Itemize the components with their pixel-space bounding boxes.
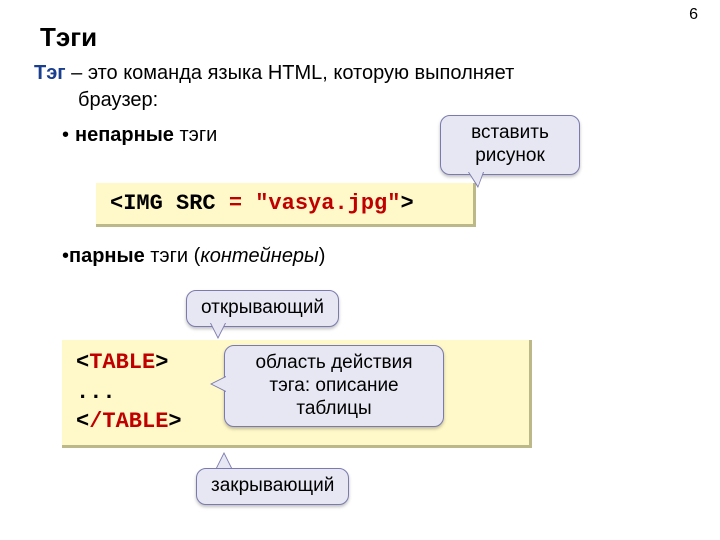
definition-text: – это команда языка HTML, которую выполн… (66, 62, 515, 84)
callout-scope-l2: тэга: описание (239, 375, 429, 398)
term: Тэг (34, 62, 66, 84)
bullet-unpaired: • непарные тэги (62, 122, 686, 149)
c2-l3red: TABLE (102, 409, 168, 434)
callout-scope: область действия тэга: описание таблицы (224, 345, 444, 427)
bullet1-bold: непарные (75, 124, 174, 146)
c2-l1a: < (76, 350, 89, 375)
bullet2-rest2: ) (319, 245, 326, 267)
c2-l3slash: / (89, 409, 102, 434)
slide-title: Тэги (40, 22, 97, 53)
c2-l3a: < (76, 409, 89, 434)
bullet2-ital: контейнеры (200, 245, 318, 267)
c2-l2: ... (76, 380, 116, 405)
callout-closing-text: закрывающий (211, 475, 334, 496)
code1-attr-red: = "vasya.jpg" (216, 191, 401, 216)
c2-l1red: TABLE (89, 350, 155, 375)
code-block-img: <IMG SRC = "vasya.jpg"> (96, 183, 476, 227)
bullet-dot-icon: • (62, 245, 69, 267)
callout-tail-icon (216, 452, 232, 468)
callout-opening-text: открывающий (201, 297, 324, 318)
callout-tail-icon (468, 172, 484, 188)
definition-line2: браузер: (78, 87, 686, 114)
bullet-paired: •парные тэги (контейнеры) (62, 245, 325, 268)
bullet-dot-icon: • (62, 124, 69, 146)
code1-open: <IMG SRC (110, 191, 216, 216)
definition-line1: Тэг – это команда языка HTML, которую вы… (34, 60, 686, 87)
callout-scope-l1: область действия (239, 352, 429, 375)
page-number: 6 (689, 6, 698, 24)
callout-opening: открывающий (186, 290, 339, 327)
body-text: Тэг – это команда языка HTML, которую вы… (34, 60, 686, 149)
callout-scope-l3: таблицы (239, 398, 429, 421)
callout-insert-l1: вставить (455, 122, 565, 145)
bullet2-rest: тэги ( (145, 245, 201, 267)
callout-insert-picture: вставить рисунок (440, 115, 580, 175)
c2-l1b: > (155, 350, 168, 375)
callout-insert-l2: рисунок (455, 145, 565, 168)
callout-tail-icon (210, 323, 226, 339)
c2-l3b: > (168, 409, 181, 434)
bullet2-bold: парные (69, 245, 145, 267)
code1-close: > (400, 191, 413, 216)
callout-tail-icon (210, 376, 226, 392)
callout-closing: закрывающий (196, 468, 349, 505)
bullet1-rest: тэги (174, 124, 217, 146)
